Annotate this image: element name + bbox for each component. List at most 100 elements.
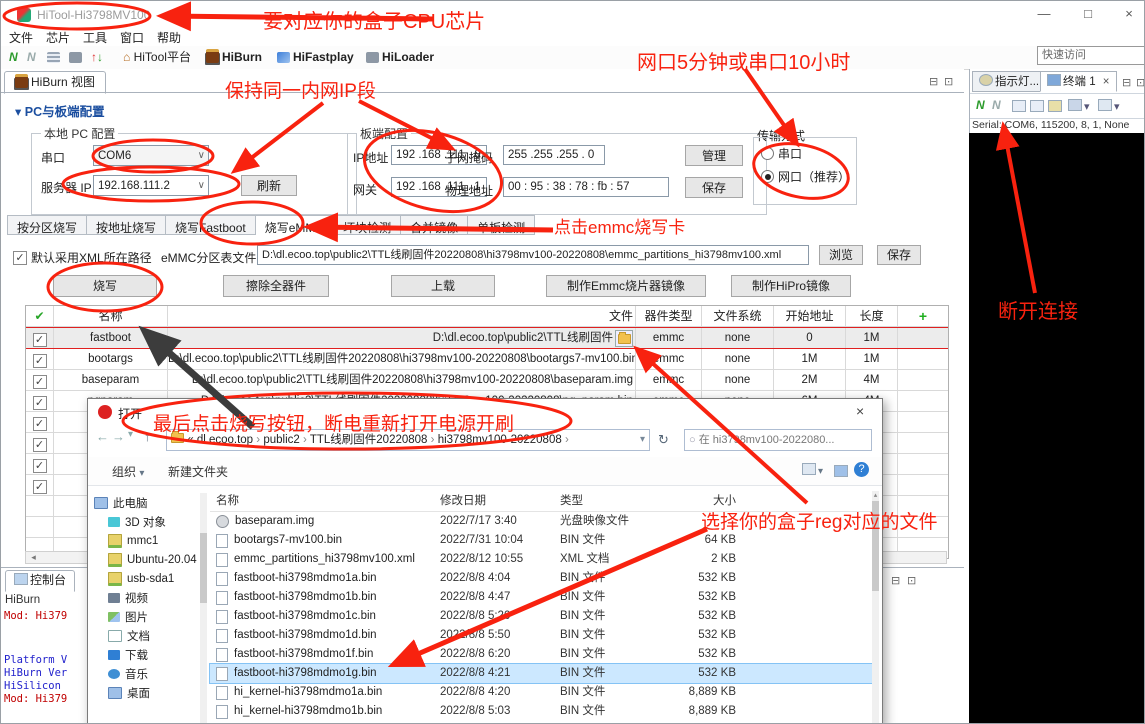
- sidebar-item-videos[interactable]: 视频: [94, 588, 202, 607]
- file-row[interactable]: fastboot-hi3798mdmo1d.bin2022/8/8 5:50BI…: [210, 626, 874, 645]
- search-input[interactable]: ○ 在 hi3798mv100-2022080...: [684, 429, 872, 451]
- scroll-left-icon[interactable]: ◂: [26, 552, 41, 563]
- terminal-screen[interactable]: [969, 133, 1145, 724]
- serial-port-combo[interactable]: COM6∨: [93, 145, 209, 166]
- xml-save-button[interactable]: 保存: [877, 245, 921, 265]
- xml-path-input[interactable]: D:\dl.ecoo.top\public2\TTL线刷固件20220808\h…: [257, 245, 809, 265]
- sidebar-item-mmc1[interactable]: mmc1: [94, 531, 202, 550]
- tab-bad-block-check[interactable]: 坏块检测: [334, 215, 401, 235]
- toolbar-hifastplay[interactable]: HiFastplay: [277, 49, 354, 65]
- help-icon[interactable]: ?: [854, 462, 869, 477]
- refresh-button[interactable]: 刷新: [241, 175, 297, 196]
- nav-up-icon[interactable]: ↑: [144, 429, 151, 444]
- add-row-icon[interactable]: +: [898, 306, 948, 326]
- sidebar-item-usb-sda1[interactable]: usb-sda1: [94, 569, 202, 588]
- burn-button[interactable]: 烧写: [53, 275, 157, 297]
- dialog-close-icon[interactable]: ×: [856, 403, 864, 419]
- row-checkbox[interactable]: ✓: [26, 349, 54, 369]
- nav-back-icon[interactable]: ←: [96, 429, 109, 444]
- board-save-button[interactable]: 保存: [685, 177, 743, 198]
- minimize-button[interactable]: —: [1029, 5, 1059, 23]
- toolbar-hiburn[interactable]: HiBurn: [206, 49, 262, 65]
- tab-indicator-lights[interactable]: 指示灯...: [972, 71, 1046, 92]
- erase-button[interactable]: 擦除全器件: [223, 275, 329, 297]
- transfer-icon[interactable]: ↑↓: [91, 49, 103, 65]
- sidebar-item-this-pc[interactable]: 此电脑: [94, 493, 202, 512]
- file-row[interactable]: fastboot-hi3798mdmo1b.bin2022/8/8 4:47BI…: [210, 588, 874, 607]
- quick-access-input[interactable]: 快速访问: [1037, 46, 1145, 65]
- file-row[interactable]: fastboot-hi3798mdmo1a.bin2022/8/8 4:04BI…: [210, 569, 874, 588]
- terminal-newview-dropdown[interactable]: ▾: [1098, 99, 1120, 113]
- section-pc-board-config[interactable]: ▾ PC与板端配置: [15, 101, 105, 120]
- col-len[interactable]: 长度: [846, 306, 898, 326]
- tab-terminal-1[interactable]: 终端 1 ×: [1040, 71, 1117, 92]
- sidebar-item-3d-objects[interactable]: 3D 对象: [94, 512, 202, 531]
- row-checkbox[interactable]: ✓: [26, 370, 54, 390]
- manage-button[interactable]: 管理: [685, 145, 743, 166]
- make-hipro-image-button[interactable]: 制作HiPro镜像: [731, 275, 851, 297]
- file-row[interactable]: fastboot-hi3798mdmo1c.bin2022/8/8 5:20BI…: [210, 607, 874, 626]
- menu-file[interactable]: 文件: [9, 29, 33, 46]
- table-row-baseparam[interactable]: ✓ baseparam D:\dl.ecoo.top\public2\TTL线刷…: [26, 370, 948, 391]
- use-xml-checkbox[interactable]: ✓: [13, 248, 27, 265]
- browse-button[interactable]: 浏览: [819, 245, 863, 265]
- crumb-dropdown-icon[interactable]: ▾: [640, 430, 645, 450]
- transfer-serial-radio[interactable]: 串口: [761, 145, 802, 162]
- terminal-columns-icon[interactable]: [1030, 100, 1044, 112]
- console-minimize-icon[interactable]: ⊟: [891, 574, 900, 587]
- tab-close-icon[interactable]: ×: [1103, 76, 1110, 88]
- col-start[interactable]: 开始地址: [774, 306, 846, 326]
- maximize-button[interactable]: □: [1073, 5, 1103, 23]
- tab-board-check[interactable]: 单板检测: [468, 215, 535, 235]
- upload-button[interactable]: 上载: [391, 275, 495, 297]
- transfer-net-radio[interactable]: 网口（推荐）: [761, 168, 853, 185]
- row-checkbox[interactable]: ✓: [26, 391, 54, 411]
- file-row-selected[interactable]: fastboot-hi3798mdmo1g.bin2022/8/8 4:21BI…: [210, 664, 874, 683]
- sidebar-scrollbar[interactable]: [200, 493, 207, 723]
- pane-minimize-icon[interactable]: ⊟: [929, 75, 938, 88]
- col-date[interactable]: 修改日期: [440, 491, 560, 511]
- tab-burn-by-address[interactable]: 按地址烧写: [87, 215, 166, 235]
- edit-config-icon[interactable]: [47, 49, 63, 65]
- col-file[interactable]: 文件: [168, 306, 636, 326]
- table-row-fastboot[interactable]: ✓ fastboot D:\dl.ecoo.top\public2\TTL线刷固…: [26, 327, 948, 349]
- table-row-bootargs[interactable]: ✓ bootargs D:\dl.ecoo.top\public2\TTL线刷固…: [26, 349, 948, 370]
- menu-chip[interactable]: 芯片: [46, 29, 70, 46]
- terminal-settings-dropdown[interactable]: ▾: [1068, 99, 1090, 113]
- server-ip-combo[interactable]: 192.168.111.2∨: [93, 175, 209, 196]
- file-row[interactable]: hi_kernel-hi3798mdmo1a.bin2022/8/8 4:20B…: [210, 683, 874, 702]
- tab-burn-fastboot[interactable]: 烧写Fastboot: [166, 215, 256, 235]
- col-name[interactable]: 名称: [210, 491, 440, 511]
- make-emmc-image-button[interactable]: 制作Emmc烧片器镜像: [546, 275, 706, 297]
- close-button[interactable]: ×: [1114, 5, 1144, 23]
- pane-maximize-icon[interactable]: ⊡: [944, 75, 953, 88]
- file-row[interactable]: hi_kernel-hi3798mdmo1b.bin2022/8/8 5:03B…: [210, 702, 874, 721]
- console-maximize-icon[interactable]: ⊡: [907, 574, 916, 587]
- sidebar-item-desktop[interactable]: 桌面: [94, 683, 202, 702]
- terminal-lock-icon[interactable]: [1048, 100, 1062, 112]
- view-mode-icon[interactable]: ▾: [802, 463, 823, 477]
- refresh-icon[interactable]: ↻: [658, 432, 669, 448]
- file-row[interactable]: fastboot-hi3798mdmo1f.bin2022/8/8 6:20BI…: [210, 645, 874, 664]
- sidebar-item-documents[interactable]: 文档: [94, 626, 202, 645]
- sidebar-item-downloads[interactable]: 下载: [94, 645, 202, 664]
- tab-merge-image[interactable]: 合并镜像: [401, 215, 468, 235]
- terminal-pane-maximize-icon[interactable]: ⊡: [1136, 76, 1145, 89]
- terminal-table-icon[interactable]: [1012, 100, 1026, 112]
- toolbar-hitool-platform[interactable]: ⌂ HiTool平台: [123, 49, 191, 65]
- menu-help[interactable]: 帮助: [157, 29, 181, 46]
- menu-window[interactable]: 窗口: [120, 29, 144, 46]
- nav-history-icon[interactable]: ▾: [128, 429, 133, 440]
- file-browse-button[interactable]: [615, 330, 633, 347]
- tab-burn-emmc[interactable]: 烧写eMMC: [256, 215, 334, 235]
- select-all-check-icon[interactable]: ✔: [26, 306, 54, 326]
- netmask-input[interactable]: 255 .255 .255 . 0: [503, 145, 605, 165]
- new-folder-button[interactable]: 新建文件夹: [168, 463, 228, 480]
- terminal-disconnect-icon[interactable]: N: [992, 98, 1001, 112]
- terminal-connect-icon[interactable]: N: [976, 98, 985, 112]
- tab-burn-by-partition[interactable]: 按分区烧写: [7, 215, 87, 235]
- connect-icon[interactable]: N: [9, 49, 18, 65]
- menu-tools[interactable]: 工具: [83, 29, 107, 46]
- disconnect-icon[interactable]: N: [27, 49, 36, 65]
- sidebar-item-pictures[interactable]: 图片: [94, 607, 202, 626]
